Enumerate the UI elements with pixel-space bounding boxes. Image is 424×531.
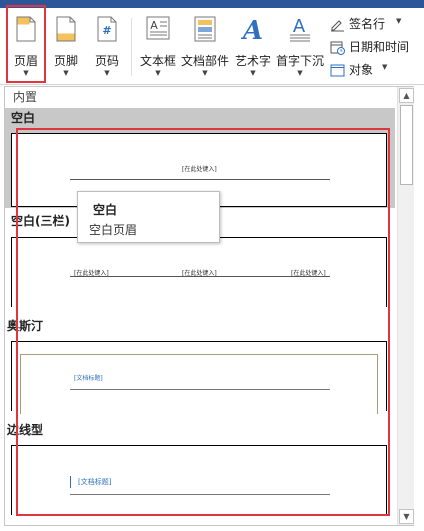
page-number-glyph: # [102, 24, 111, 37]
template-tooltip: 空白 空白页眉 [77, 191, 220, 243]
footer-button-label: 页脚 [53, 54, 78, 68]
header-button-highlight [6, 5, 46, 83]
wordart-glyph: A [241, 16, 263, 42]
page-number-icon: # [97, 16, 117, 42]
signature-line-button[interactable]: 签名行 ▼ [330, 14, 416, 34]
title-bar-strip [0, 0, 424, 8]
object-button[interactable]: 对象 ▼ [330, 60, 416, 80]
textbox-button-label: 文本框 [139, 54, 176, 68]
gallery-scrollbar[interactable]: ▲ ▼ [397, 87, 414, 525]
scrollbar-thumb[interactable] [400, 105, 413, 185]
wordart-button[interactable]: A 艺术字 ▼ [233, 10, 273, 83]
textbox-button[interactable]: A 文本框 ▼ [138, 10, 178, 83]
gallery-category-label: 内置 [5, 87, 395, 107]
chevron-down-icon: ▼ [382, 63, 388, 71]
footer-icon [56, 16, 76, 42]
textbox-glyph: A [150, 19, 158, 32]
signature-line-icon [331, 20, 344, 32]
tooltip-description: 空白页眉 [89, 223, 138, 237]
quick-parts-button[interactable]: 文档部件 ▼ [180, 10, 230, 83]
drop-cap-icon: A [290, 16, 310, 42]
footer-button[interactable]: 页脚 ▼ [48, 10, 84, 83]
object-label: 对象 [349, 63, 374, 77]
chevron-down-icon: ▼ [250, 69, 256, 77]
template-list-highlight [16, 128, 390, 516]
group-separator [131, 18, 132, 76]
date-time-label: 日期和时间 [349, 40, 410, 54]
chevron-down-icon: ▼ [104, 69, 110, 77]
insert-ribbon: 页眉 ▼ 页脚 ▼ # 页码 ▼ A 文本框 ▼ 文档部件 ▼ A 艺术字 ▼ … [0, 8, 424, 85]
drop-cap-button-label: 首字下沉 [275, 54, 324, 68]
svg-text:A: A [293, 16, 306, 37]
page-number-button[interactable]: # 页码 ▼ [89, 10, 125, 83]
wordart-button-label: 艺术字 [234, 54, 271, 68]
date-time-button[interactable]: 日期和时间 [330, 37, 422, 57]
section-title-blank: 空白 [5, 108, 395, 128]
object-icon [330, 64, 345, 77]
chevron-down-icon: ▼ [297, 69, 303, 77]
wordart-icon: A [241, 16, 263, 42]
signature-line-label: 签名行 [349, 17, 386, 31]
screenshot-root: { "ribbon": { "buttons": [ {"label": "页眉… [0, 0, 424, 531]
textbox-icon: A [146, 16, 170, 40]
chevron-down-icon: ▼ [202, 69, 208, 77]
chevron-down-icon: ▼ [63, 69, 69, 77]
page-number-button-label: 页码 [94, 54, 119, 68]
tooltip-title: 空白 [93, 203, 118, 217]
scroll-down-arrow-icon[interactable]: ▼ [399, 509, 414, 524]
scroll-up-arrow-icon[interactable]: ▲ [399, 88, 414, 103]
chevron-down-icon: ▼ [155, 69, 161, 77]
drop-cap-button[interactable]: A 首字下沉 ▼ [275, 10, 325, 83]
quick-parts-button-label: 文档部件 [180, 54, 229, 68]
quick-parts-icon [194, 16, 216, 42]
date-time-icon [330, 41, 345, 55]
chevron-down-icon: ▼ [396, 17, 402, 25]
